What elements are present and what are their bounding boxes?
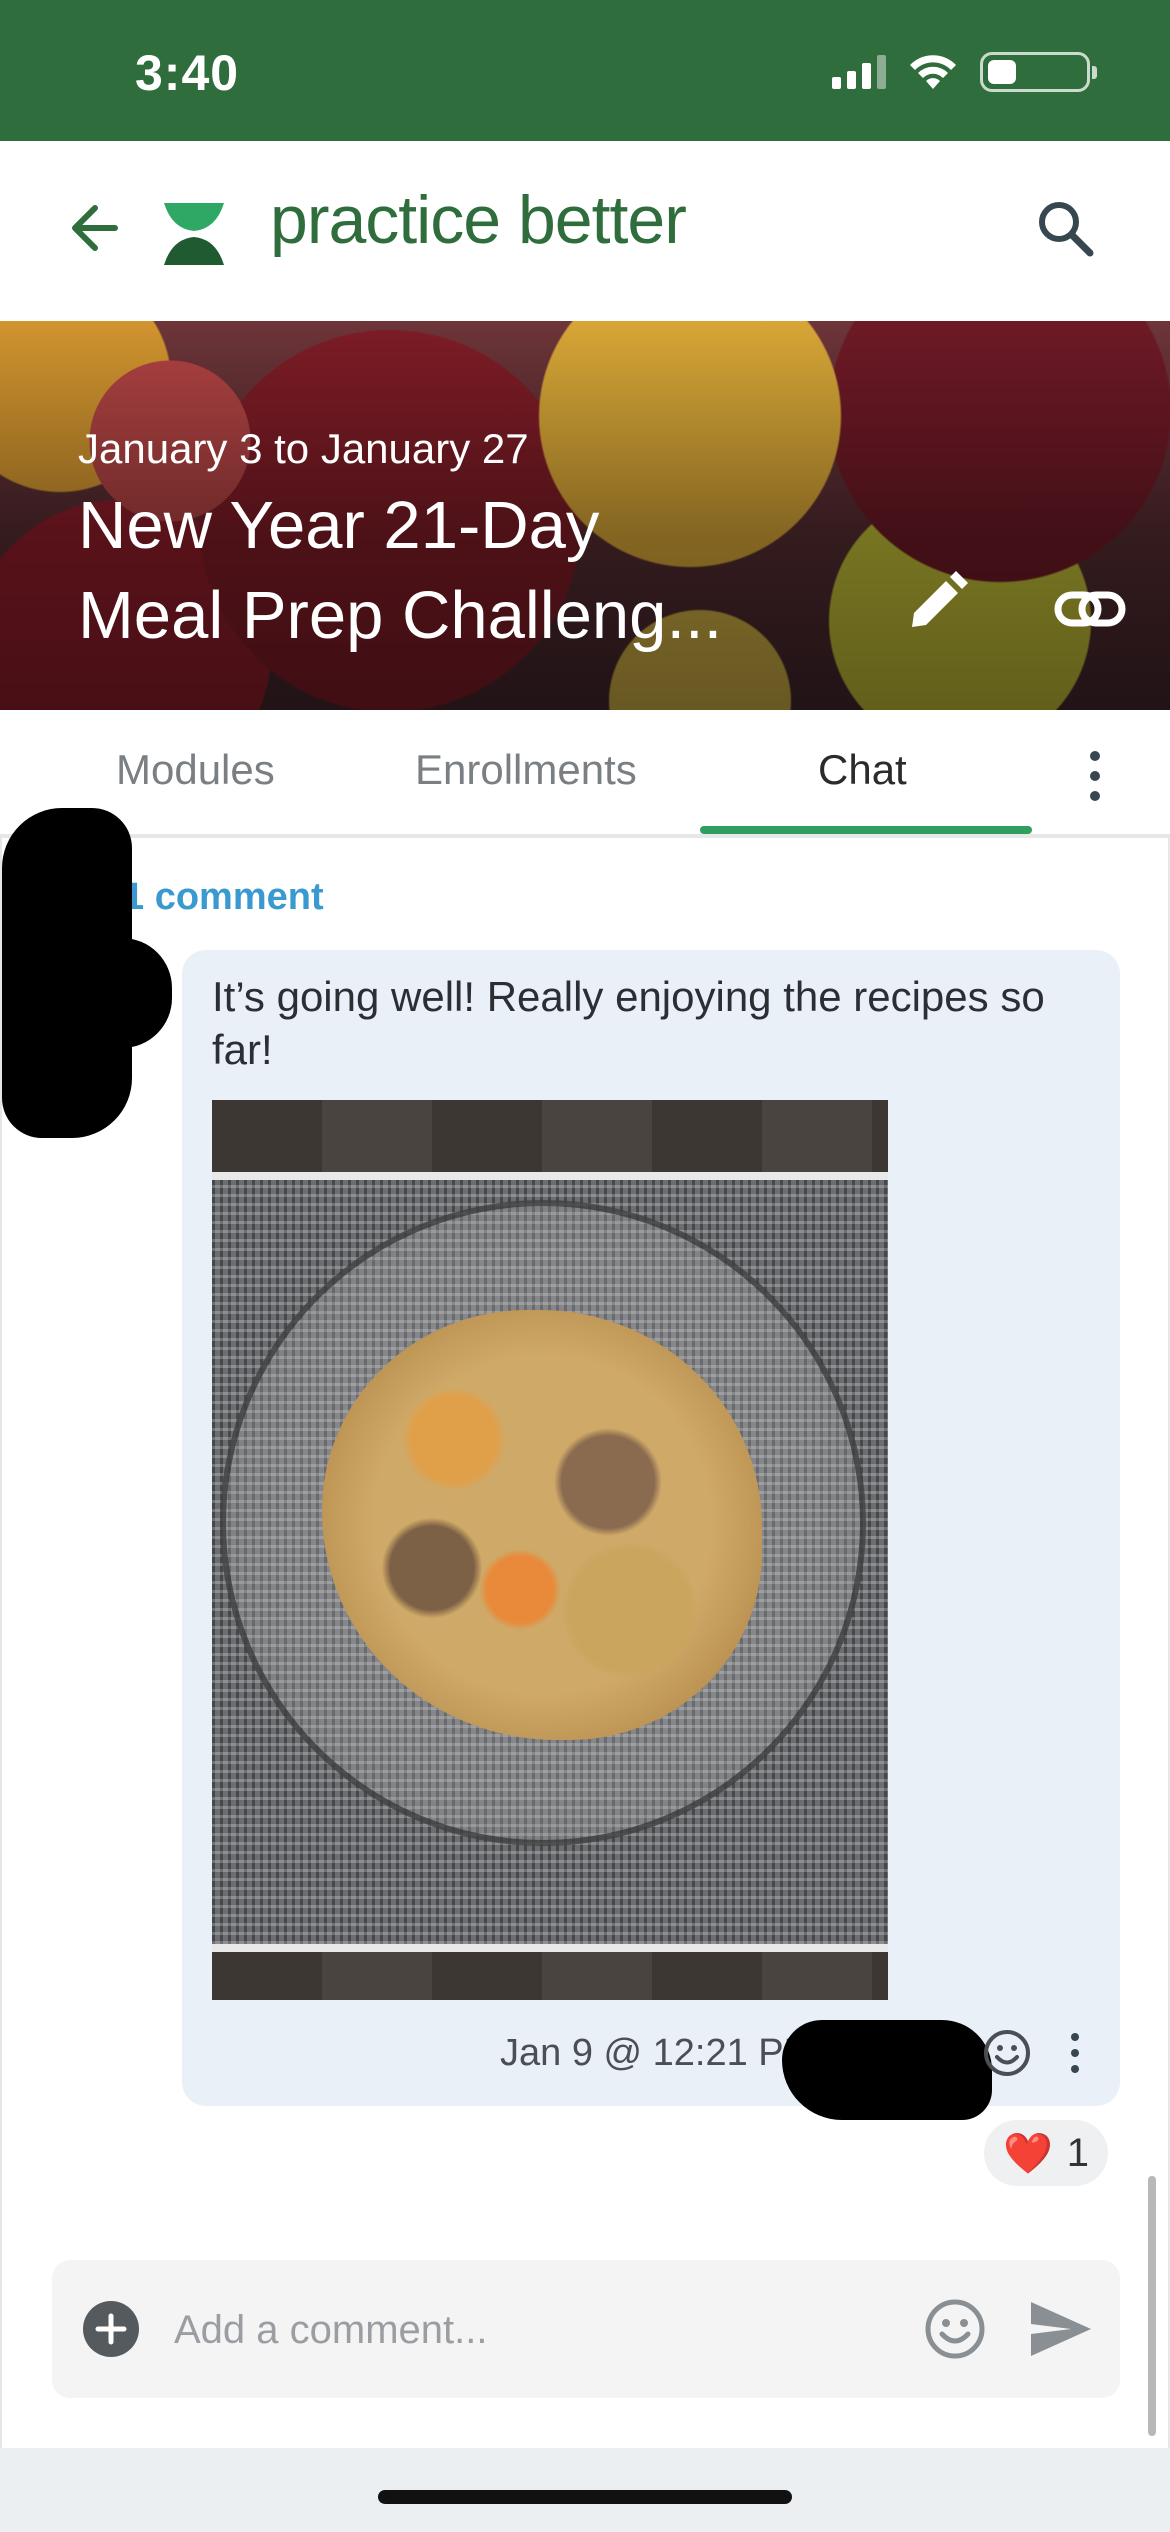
comment-composer — [52, 2260, 1120, 2398]
cellular-signal-icon — [832, 55, 886, 89]
status-time: 3:40 — [135, 45, 240, 101]
reaction-chip[interactable]: ❤️ 1 — [984, 2120, 1108, 2186]
active-tab-indicator — [700, 826, 1032, 834]
home-indicator[interactable] — [378, 2490, 792, 2504]
tab-modules[interactable]: Modules — [116, 746, 275, 794]
program-title-line-1: New Year 21-Day — [78, 488, 600, 563]
search-icon[interactable] — [1030, 193, 1100, 263]
tab-bar: Modules Enrollments Chat — [0, 710, 1170, 838]
scrollbar[interactable] — [1148, 2176, 1156, 2436]
program-title-line-2: Meal Prep Challeng... — [78, 578, 723, 653]
message-bubble: It’s going well! Really enjoying the rec… — [182, 950, 1120, 2120]
program-dates: January 3 to January 27 — [78, 425, 529, 472]
reaction-count: 1 — [1066, 2130, 1090, 2175]
link-icon[interactable] — [1052, 571, 1128, 647]
brand-wordmark: practice better — [270, 182, 687, 258]
emoji-icon[interactable] — [924, 2298, 986, 2360]
wifi-icon — [910, 55, 956, 89]
status-icons — [832, 52, 1097, 92]
more-vertical-icon[interactable] — [1060, 2028, 1090, 2078]
program-banner: January 3 to January 27 New Year 21-Day … — [0, 321, 1170, 710]
battery-icon — [980, 52, 1097, 92]
chat-thread: 1 comment SR It’s going well! Really enj… — [0, 808, 1170, 2448]
plus-icon[interactable] — [82, 2300, 140, 2358]
send-icon[interactable] — [1027, 2298, 1095, 2360]
message-text: It’s going well! Really enjoying the rec… — [212, 973, 1045, 1073]
program-title: New Year 21-Day Meal Prep Challeng... — [78, 481, 838, 661]
more-vertical-icon[interactable] — [1070, 746, 1120, 806]
logo-icon — [164, 203, 224, 265]
app-header: practice better — [0, 141, 1170, 321]
message-photo[interactable] — [212, 1100, 888, 2000]
redaction-mark — [782, 2020, 992, 2120]
emoji-icon[interactable] — [982, 2028, 1032, 2078]
back-arrow-icon[interactable] — [55, 193, 125, 263]
tab-chat[interactable]: Chat — [818, 746, 907, 794]
tab-enrollments[interactable]: Enrollments — [415, 746, 637, 794]
comment-count-label: 1 comment — [123, 875, 324, 918]
status-bar: 3:40 — [0, 0, 1170, 141]
heart-icon: ❤️ — [1002, 2131, 1053, 2176]
comment-input[interactable] — [172, 2290, 956, 2370]
redaction-mark — [42, 938, 172, 1048]
edit-icon[interactable] — [900, 569, 970, 639]
